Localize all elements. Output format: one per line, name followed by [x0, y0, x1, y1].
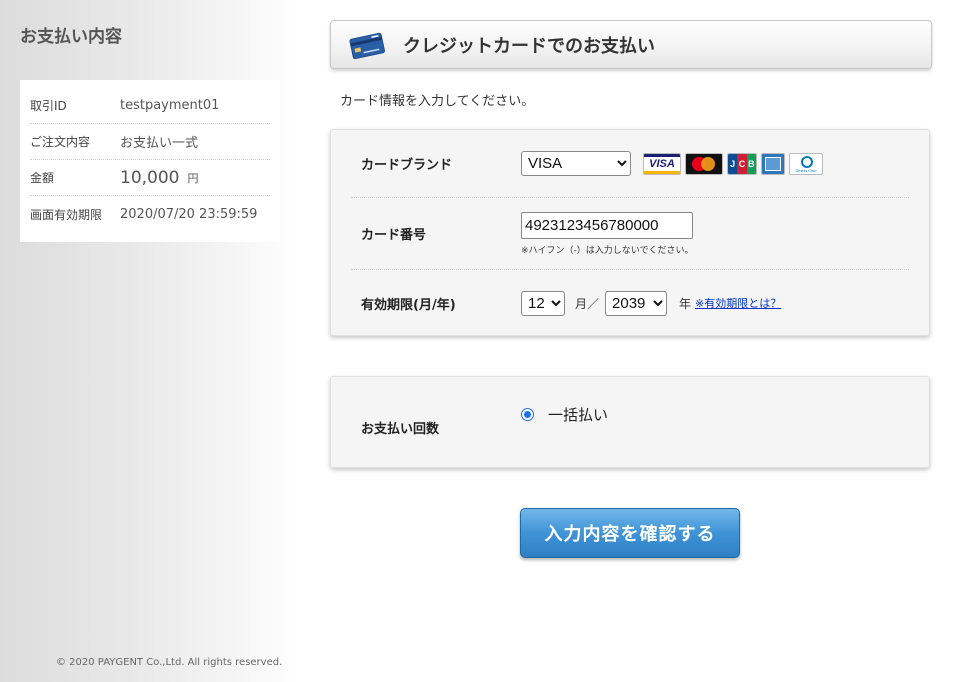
- installments-label: お支払い回数: [361, 421, 440, 437]
- card-number-note: ※ハイフン（-）は入力しないでください。: [521, 245, 694, 256]
- jcb-logo-icon: J C B: [727, 152, 757, 175]
- card-brand-select[interactable]: VISA: [521, 151, 631, 176]
- summary-label: 取引ID: [30, 99, 67, 113]
- expiry-month-select[interactable]: 12: [521, 290, 565, 316]
- diners-club-logo-icon: Diners Club: [789, 152, 823, 175]
- credit-card-icon: [349, 32, 385, 59]
- page-header: クレジットカードでのお支払い: [330, 20, 932, 69]
- summary-label: 画面有効期限: [30, 207, 103, 222]
- payment-summary: 取引ID testpayment01 ご注文内容 お支払い一式 金額 10,00…: [20, 80, 280, 242]
- summary-label: ご注文内容: [30, 135, 91, 149]
- summary-row-transaction-id: 取引ID testpayment01: [30, 88, 270, 124]
- expiry-year-select[interactable]: 2039: [605, 290, 668, 316]
- page-title: クレジットカードでのお支払い: [403, 35, 655, 57]
- summary-label: 金額: [30, 171, 55, 185]
- year-unit: 年: [679, 296, 692, 311]
- amount-value: 10,000: [120, 167, 180, 188]
- card-brand-row: カードブランド VISA VISA J C B Diners Club: [351, 130, 909, 198]
- confirm-button[interactable]: 入力内容を確認する: [520, 508, 740, 558]
- summary-row-amount: 金額 10,000 円: [30, 160, 270, 196]
- card-number-input[interactable]: [521, 211, 693, 239]
- month-unit: 月／: [575, 296, 600, 311]
- amount-unit: 円: [187, 171, 199, 185]
- expiry-row: 有効期限(月/年) 12 月／ 2039 年 ※有効期限とは？: [351, 270, 909, 336]
- mastercard-logo-icon: [685, 152, 723, 175]
- copyright: © 2020 PAYGENT Co.,Ltd. All rights reser…: [56, 657, 283, 668]
- sidebar-title: お支払い内容: [20, 27, 122, 47]
- sidebar: お支払い内容 取引ID testpayment01 ご注文内容 お支払い一式 金…: [0, 0, 300, 682]
- transaction-id-value: testpayment01: [120, 98, 220, 113]
- expiry-help-link[interactable]: ※有効期限とは？: [695, 295, 781, 311]
- card-number-label: カード番号: [361, 228, 427, 243]
- summary-row-order: ご注文内容 お支払い一式: [30, 124, 270, 160]
- card-info-panel: カードブランド VISA VISA J C B Diners Club カード番…: [330, 129, 930, 336]
- installment-option-label: 一括払い: [548, 405, 609, 424]
- installment-option-lump-sum[interactable]: 一括払い: [521, 404, 608, 425]
- installments-panel: お支払い回数 一括払い: [330, 376, 930, 468]
- amex-logo-icon: [761, 152, 785, 175]
- lump-sum-radio[interactable]: [521, 407, 534, 421]
- card-brand-label: カードブランド: [361, 158, 453, 173]
- order-value: お支払い一式: [120, 136, 199, 151]
- expiry-label: 有効期限(月/年): [361, 297, 456, 313]
- intro-text: カード情報を入力してください。: [340, 94, 535, 109]
- page-expiry-value: 2020/07/20 23:59:59: [120, 206, 258, 222]
- visa-logo-icon: VISA: [643, 152, 681, 175]
- card-number-row: カード番号 ※ハイフン（-）は入力しないでください。: [351, 198, 909, 270]
- summary-row-expiry: 画面有効期限 2020/07/20 23:59:59: [30, 196, 270, 232]
- card-brand-logos: VISA J C B Diners Club: [643, 152, 823, 175]
